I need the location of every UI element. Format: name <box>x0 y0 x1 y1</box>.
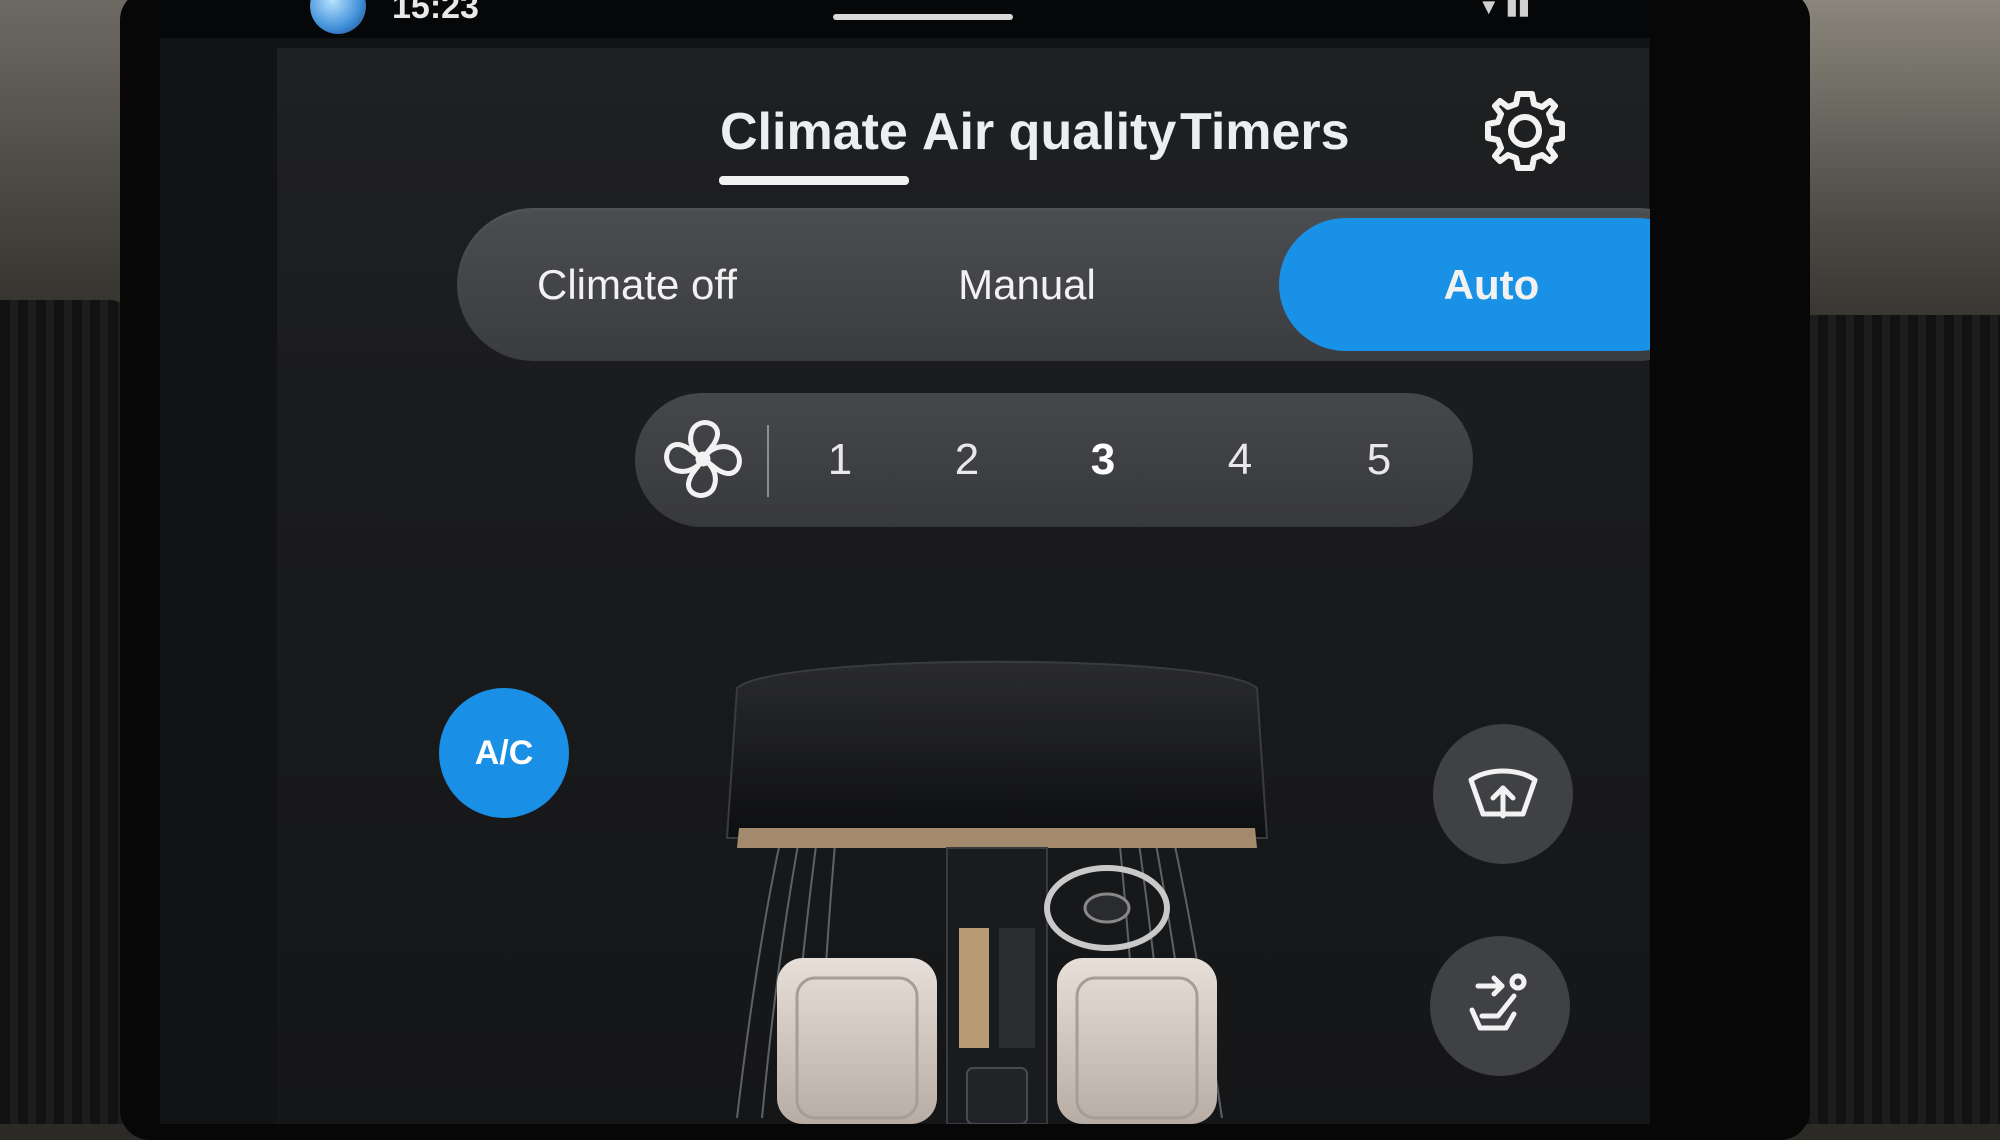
fan-level-3[interactable]: 3 <box>1068 393 1138 527</box>
active-tab-indicator <box>719 176 909 185</box>
air-vent-right <box>1800 315 2000 1124</box>
fan-divider <box>767 425 769 497</box>
connectivity-icons: ▼ ▮▮ <box>1477 0 1530 19</box>
car-interior-airflow-illustration <box>725 660 1269 1124</box>
climate-mode-selector: Climate off Manual Auto <box>457 208 1650 361</box>
fan-speed-selector: 1 2 3 4 5 <box>635 393 1473 527</box>
ac-button[interactable]: A/C <box>439 688 569 818</box>
gear-icon <box>1485 91 1565 171</box>
tab-bar: Climate Air quality Timers <box>277 48 1649 188</box>
tab-timers[interactable]: Timers <box>1180 102 1350 162</box>
fan-level-4[interactable]: 4 <box>1205 393 1275 527</box>
climate-panel: Climate Air quality Timers Climate off M… <box>277 48 1650 1124</box>
fan-level-2[interactable]: 2 <box>932 393 1002 527</box>
fan-level-5[interactable]: 5 <box>1344 393 1414 527</box>
fan-icon <box>664 420 742 498</box>
pull-down-handle[interactable] <box>833 14 1013 20</box>
windshield-defrost-icon <box>1468 768 1538 819</box>
profile-avatar[interactable] <box>310 0 366 34</box>
status-time: 15:23 <box>392 0 479 26</box>
tab-air-quality[interactable]: Air quality <box>922 102 1176 162</box>
air-vent-left <box>0 300 130 1124</box>
status-bar: 15:23 ▼ ▮▮ <box>160 0 1650 38</box>
seat-airflow-icon <box>1469 973 1527 1031</box>
mode-manual[interactable]: Manual <box>897 208 1157 361</box>
seat-airflow-button[interactable] <box>1430 936 1570 1076</box>
infotainment-screen: 15:23 ▼ ▮▮ Climate Air quality Timers Cl… <box>160 0 1650 1124</box>
windshield-defrost-button[interactable] <box>1433 724 1573 864</box>
mode-climate-off[interactable]: Climate off <box>497 208 777 361</box>
tab-climate[interactable]: Climate <box>720 102 908 162</box>
fan-level-1[interactable]: 1 <box>805 393 875 527</box>
mode-auto[interactable]: Auto <box>1279 218 1650 351</box>
settings-button[interactable] <box>1480 86 1570 176</box>
